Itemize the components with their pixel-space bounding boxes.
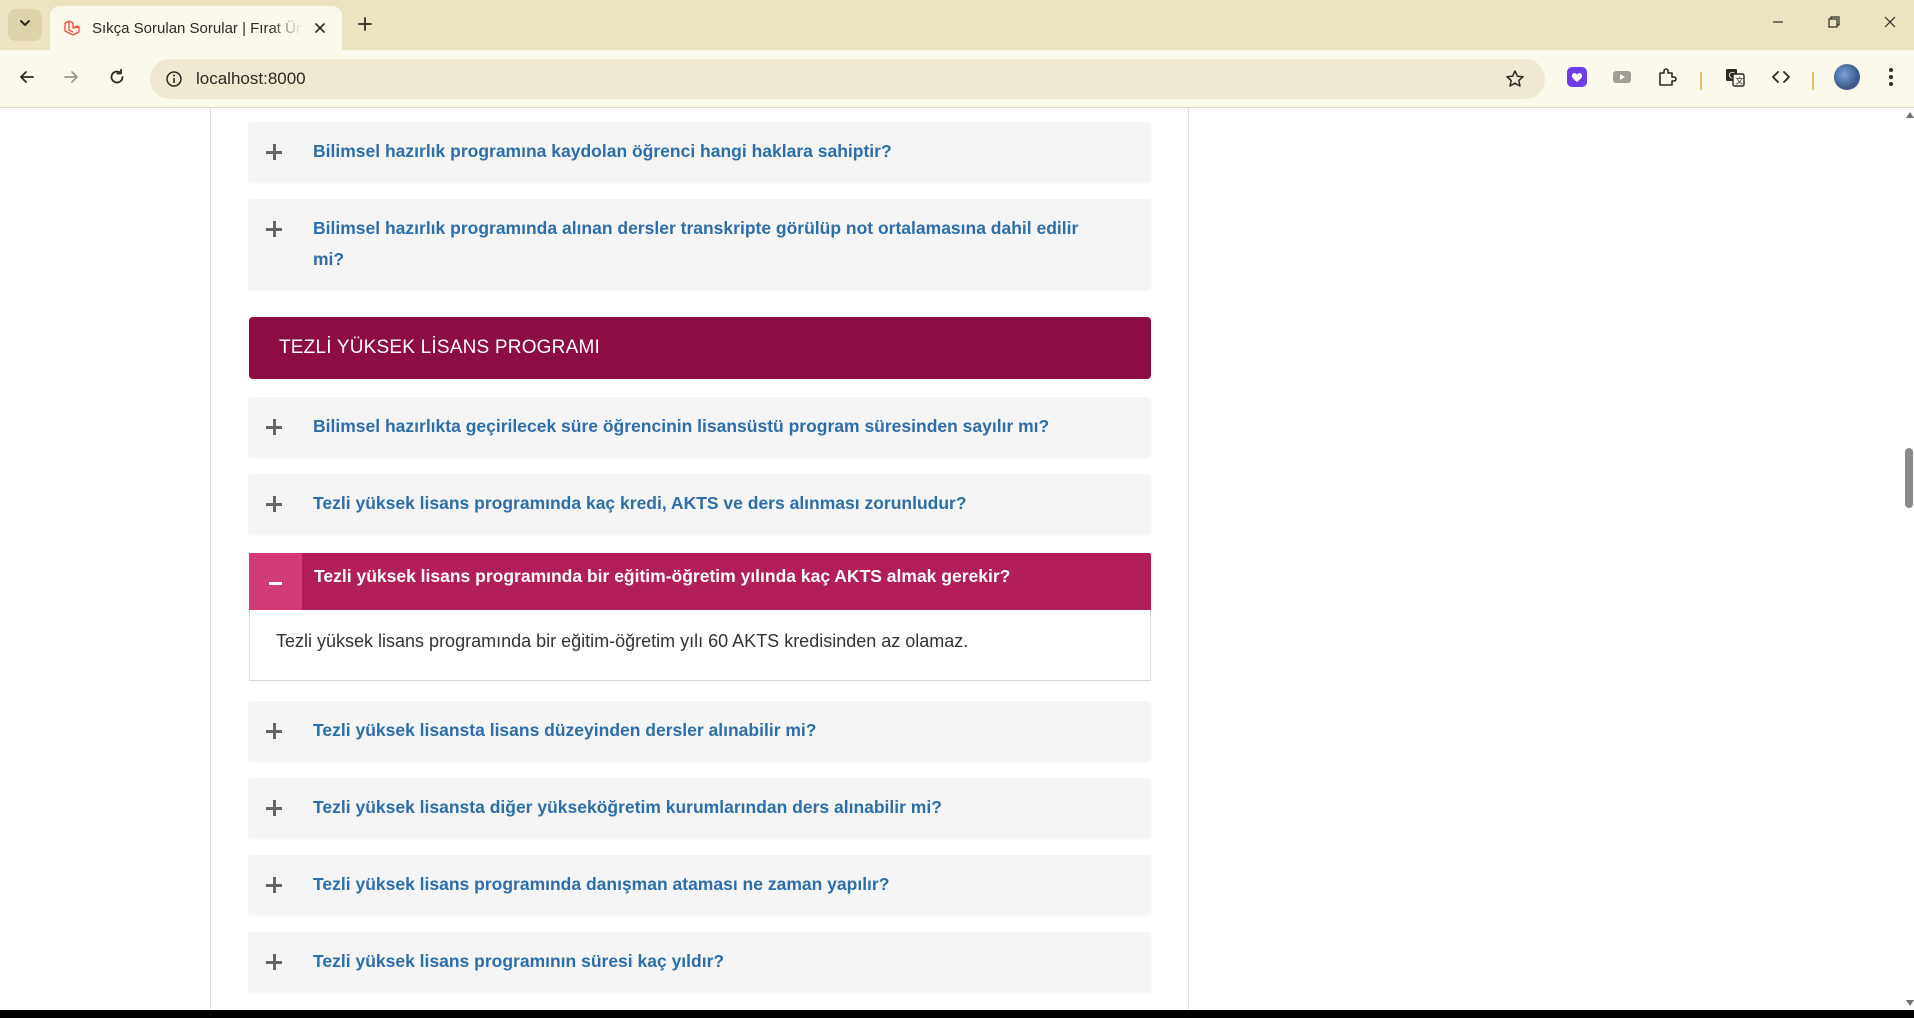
site-info-icon[interactable] [162,67,186,91]
faq-question[interactable]: Tezli yüksek lisans programında bir eğit… [314,566,1010,587]
faq-item[interactable]: Tezli yüksek lisansta lisans düzeyinden … [248,701,1151,761]
extensions-button[interactable] [1652,64,1682,94]
laravel-favicon-icon [62,18,82,38]
faq-question[interactable]: Bilimsel hazırlıkta geçirilecek süre öğr… [313,411,1091,442]
arrow-right-icon [62,68,80,91]
plus-icon [266,221,282,237]
close-icon [1883,15,1897,34]
url-text: localhost:8000 [196,69,306,88]
toolbar-separator [1700,72,1702,90]
minus-icon[interactable] [249,553,302,610]
back-button[interactable] [12,64,42,94]
address-bar[interactable]: localhost:8000 [150,59,1545,99]
media-icon [1611,66,1633,93]
faq-question[interactable]: Tezli yüksek lisansta diğer yükseköğreti… [313,792,1091,823]
close-tab-icon[interactable] [310,18,330,38]
taskbar-edge [0,1010,1914,1018]
plus-icon [357,16,373,37]
faq-question[interactable]: Tezli yüksek lisansta lisans düzeyinden … [313,715,1091,746]
puzzle-icon [1656,66,1678,93]
code-icon [1770,66,1792,93]
tab-search-button[interactable] [8,9,42,41]
plus-icon [266,800,282,816]
page-viewport: Bilimsel hazırlık programına kaydolan öğ… [0,108,1904,1010]
faq-item[interactable]: Tezli yüksek lisans programında danışman… [248,855,1151,915]
plus-icon [266,877,282,893]
browser-toolbar: localhost:8000 G文 [0,50,1914,108]
toolbar-separator-2 [1812,72,1814,90]
faq-question[interactable]: Tezli yüksek lisans programında kaç kred… [313,488,1091,519]
plus-icon [266,144,282,160]
section-header: TEZLİ YÜKSEK LİSANS PROGRAMI [249,317,1151,379]
faq-question[interactable]: Bilimsel hazırlık programına kaydolan öğ… [313,136,1091,167]
plus-icon [266,723,282,739]
faq-item[interactable]: Bilimsel hazırlıkta geçirilecek süre öğr… [248,397,1151,457]
reload-icon [108,68,126,91]
plus-icon [266,496,282,512]
plus-icon [266,954,282,970]
svg-text:文: 文 [1736,75,1744,85]
content-border-right [1188,108,1189,1010]
devtools-button[interactable] [1766,64,1796,94]
faq-item[interactable]: Tezli yüksek lisans programında kaç kred… [248,474,1151,534]
faq-answer: Tezli yüksek lisans programında bir eğit… [249,610,1151,681]
translate-button[interactable]: G文 [1720,64,1750,94]
faq-question[interactable]: Bilimsel hazırlık programında alınan der… [313,213,1091,275]
scrollbar-thumb[interactable] [1905,448,1913,508]
faq-item[interactable]: Tezli yüksek lisansta diğer yükseköğreti… [248,778,1151,838]
faq-question[interactable]: Tezli yüksek lisans programının süresi k… [313,946,1091,977]
restore-icon [1827,15,1841,34]
active-tab[interactable]: Sıkça Sorulan Sorular | Fırat Üniversite… [50,6,342,50]
new-tab-button[interactable] [350,11,380,41]
content-border-left [210,108,211,1010]
reload-button[interactable] [102,64,132,94]
extension-heart-icon [1566,66,1588,93]
faq-answer-text: Tezli yüksek lisans programında bir eğit… [276,631,969,651]
extension-purple-button[interactable] [1562,64,1592,94]
bookmark-star-icon[interactable] [1503,67,1527,91]
extension-media-button[interactable] [1607,64,1637,94]
faq-item-expanded[interactable]: Tezli yüksek lisans programında bir eğit… [249,553,1151,610]
forward-button[interactable] [56,64,86,94]
scroll-down-arrow-icon[interactable] [1906,1000,1914,1006]
translate-icon: G文 [1724,66,1746,93]
plus-icon [266,419,282,435]
section-title: TEZLİ YÜKSEK LİSANS PROGRAMI [279,337,600,358]
scroll-up-arrow-icon[interactable] [1906,112,1914,118]
close-window-button[interactable] [1868,6,1912,42]
faq-question[interactable]: Tezli yüksek lisans programında danışman… [313,869,1091,900]
browser-menu-button[interactable] [1876,64,1906,94]
more-vertical-icon [1888,67,1894,92]
faq-item[interactable]: Tezli yüksek lisans programının süresi k… [248,932,1151,992]
page-scrollbar[interactable] [1904,108,1914,1010]
faq-item[interactable]: Bilimsel hazırlık programında alınan der… [248,199,1151,290]
tab-bar: Sıkça Sorulan Sorular | Fırat Üniversite… [0,0,1914,50]
minimize-button[interactable] [1756,6,1800,42]
profile-avatar[interactable] [1834,64,1860,90]
faq-item[interactable]: Bilimsel hazırlık programına kaydolan öğ… [248,122,1151,182]
restore-button[interactable] [1812,6,1856,42]
minimize-icon [1771,15,1785,34]
arrow-left-icon [18,68,36,91]
tab-title: Sıkça Sorulan Sorular | Fırat Üniversite… [92,19,302,37]
chevron-down-icon [18,16,32,35]
